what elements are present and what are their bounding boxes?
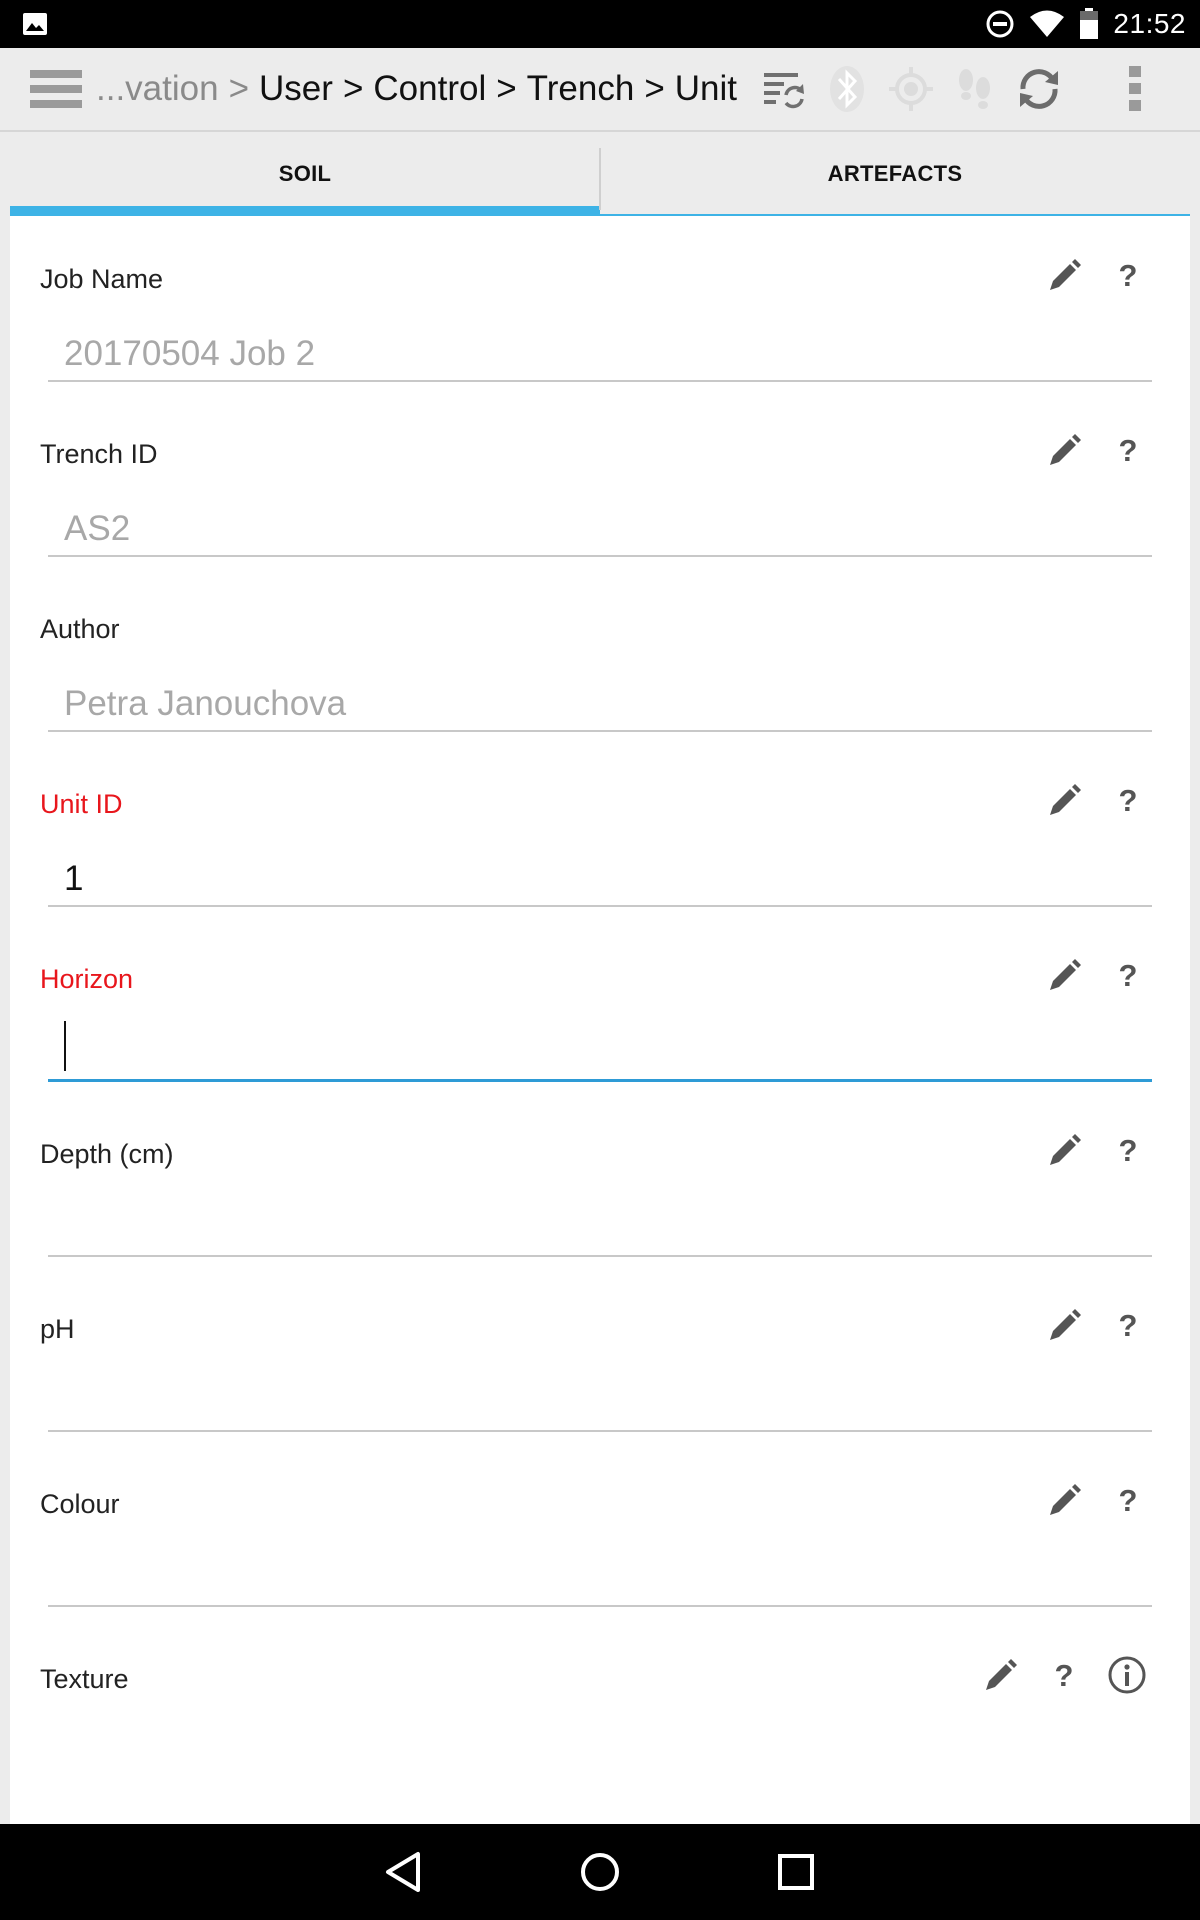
author-field[interactable]: Petra Janouchova xyxy=(48,670,1152,732)
pencil-icon[interactable] xyxy=(980,1656,1020,1696)
breadcrumb-separator: > xyxy=(228,69,250,108)
colour-field[interactable] xyxy=(48,1545,1152,1607)
ph-field[interactable] xyxy=(48,1370,1152,1432)
tab-artefacts[interactable]: ARTEFACTS xyxy=(600,132,1190,216)
field-unit-id: Unit ID ? 1 xyxy=(10,741,1190,916)
pencil-icon[interactable] xyxy=(1044,956,1084,996)
recents-icon[interactable] xyxy=(772,1848,820,1896)
field-texture: Texture ? xyxy=(10,1616,1190,1791)
help-icon[interactable]: ? xyxy=(1108,254,1148,298)
action-bar: ...vation > User > Control > Trench > Unit xyxy=(0,48,1200,132)
job-name-field[interactable]: 20170504 Job 2 xyxy=(48,320,1152,382)
field-trench-id: Trench ID ? AS2 xyxy=(10,391,1190,566)
bluetooth-icon[interactable] xyxy=(822,64,872,114)
help-icon[interactable]: ? xyxy=(1108,1304,1148,1348)
field-colour: Colour ? xyxy=(10,1441,1190,1616)
battery-icon xyxy=(1080,8,1099,39)
field-label: Depth (cm) xyxy=(40,1139,174,1169)
pencil-icon[interactable] xyxy=(1044,1131,1084,1171)
field-label: Horizon xyxy=(40,964,134,994)
overflow-menu-icon[interactable] xyxy=(1110,64,1160,114)
field-horizon: Horizon ? xyxy=(10,916,1190,1091)
help-icon[interactable]: ? xyxy=(1108,429,1148,473)
breadcrumb-separator: > xyxy=(496,69,517,108)
field-label: pH xyxy=(40,1314,75,1344)
breadcrumb: ...vation > User > Control > Trench > Unit xyxy=(96,48,737,130)
breadcrumb-item-trench[interactable]: Trench xyxy=(527,69,635,108)
field-job-name: Job Name ? 20170504 Job 2 xyxy=(10,216,1190,391)
image-icon xyxy=(23,13,47,35)
help-icon[interactable]: ? xyxy=(1108,779,1148,823)
breadcrumb-truncated[interactable]: ...vation xyxy=(96,69,219,108)
status-icons: 21:52 xyxy=(985,0,1186,48)
tab-soil[interactable]: SOIL xyxy=(10,132,600,216)
pencil-icon[interactable] xyxy=(1044,431,1084,471)
breadcrumb-item-unit: Unit xyxy=(674,69,738,108)
field-depth: Depth (cm) ? xyxy=(10,1091,1190,1266)
breadcrumb-separator: > xyxy=(342,69,364,108)
trench-id-field[interactable]: AS2 xyxy=(48,495,1152,557)
field-ph: pH ? xyxy=(10,1266,1190,1441)
breadcrumb-separator: > xyxy=(644,69,665,108)
clock: 21:52 xyxy=(1113,8,1186,39)
help-icon[interactable]: ? xyxy=(1108,954,1148,998)
back-icon[interactable] xyxy=(380,1848,428,1896)
sync-icon[interactable] xyxy=(1014,64,1064,114)
tracker-icon[interactable] xyxy=(950,64,1000,114)
field-label: Unit ID xyxy=(40,789,123,819)
help-icon[interactable]: ? xyxy=(1108,1479,1148,1523)
pencil-icon[interactable] xyxy=(1044,1481,1084,1521)
breadcrumb-item-user[interactable]: User xyxy=(259,69,333,108)
field-label: Texture xyxy=(40,1664,129,1694)
menu-icon[interactable] xyxy=(30,68,82,110)
horizon-field[interactable] xyxy=(48,1020,1152,1082)
pencil-icon[interactable] xyxy=(1044,1306,1084,1346)
navigation-bar xyxy=(0,1824,1200,1920)
tab-divider xyxy=(599,148,601,210)
field-label: Trench ID xyxy=(40,439,158,469)
gps-icon[interactable] xyxy=(886,64,936,114)
pencil-icon[interactable] xyxy=(1044,781,1084,821)
field-label: Job Name xyxy=(40,264,164,294)
sync-settings-icon[interactable] xyxy=(758,64,808,114)
wifi-icon xyxy=(1030,10,1065,37)
text-cursor xyxy=(64,1021,66,1071)
field-author: Author Petra Janouchova xyxy=(10,566,1190,741)
help-icon[interactable]: ? xyxy=(1044,1654,1084,1698)
field-label: Colour xyxy=(40,1489,120,1519)
field-label: Author xyxy=(40,614,120,644)
unit-id-field[interactable]: 1 xyxy=(48,845,1152,907)
help-icon[interactable]: ? xyxy=(1108,1129,1148,1173)
depth-field[interactable] xyxy=(48,1195,1152,1257)
status-bar: 21:52 xyxy=(0,0,1200,48)
info-icon[interactable] xyxy=(1106,1654,1148,1696)
tab-bar: SOIL ARTEFACTS xyxy=(10,132,1190,216)
do-not-disturb-icon xyxy=(986,10,1014,38)
home-icon[interactable] xyxy=(576,1848,624,1896)
breadcrumb-item-control[interactable]: Control xyxy=(373,69,486,108)
soil-form: Job Name ? 20170504 Job 2 Trench ID ? AS… xyxy=(10,216,1190,1824)
pencil-icon[interactable] xyxy=(1044,256,1084,296)
